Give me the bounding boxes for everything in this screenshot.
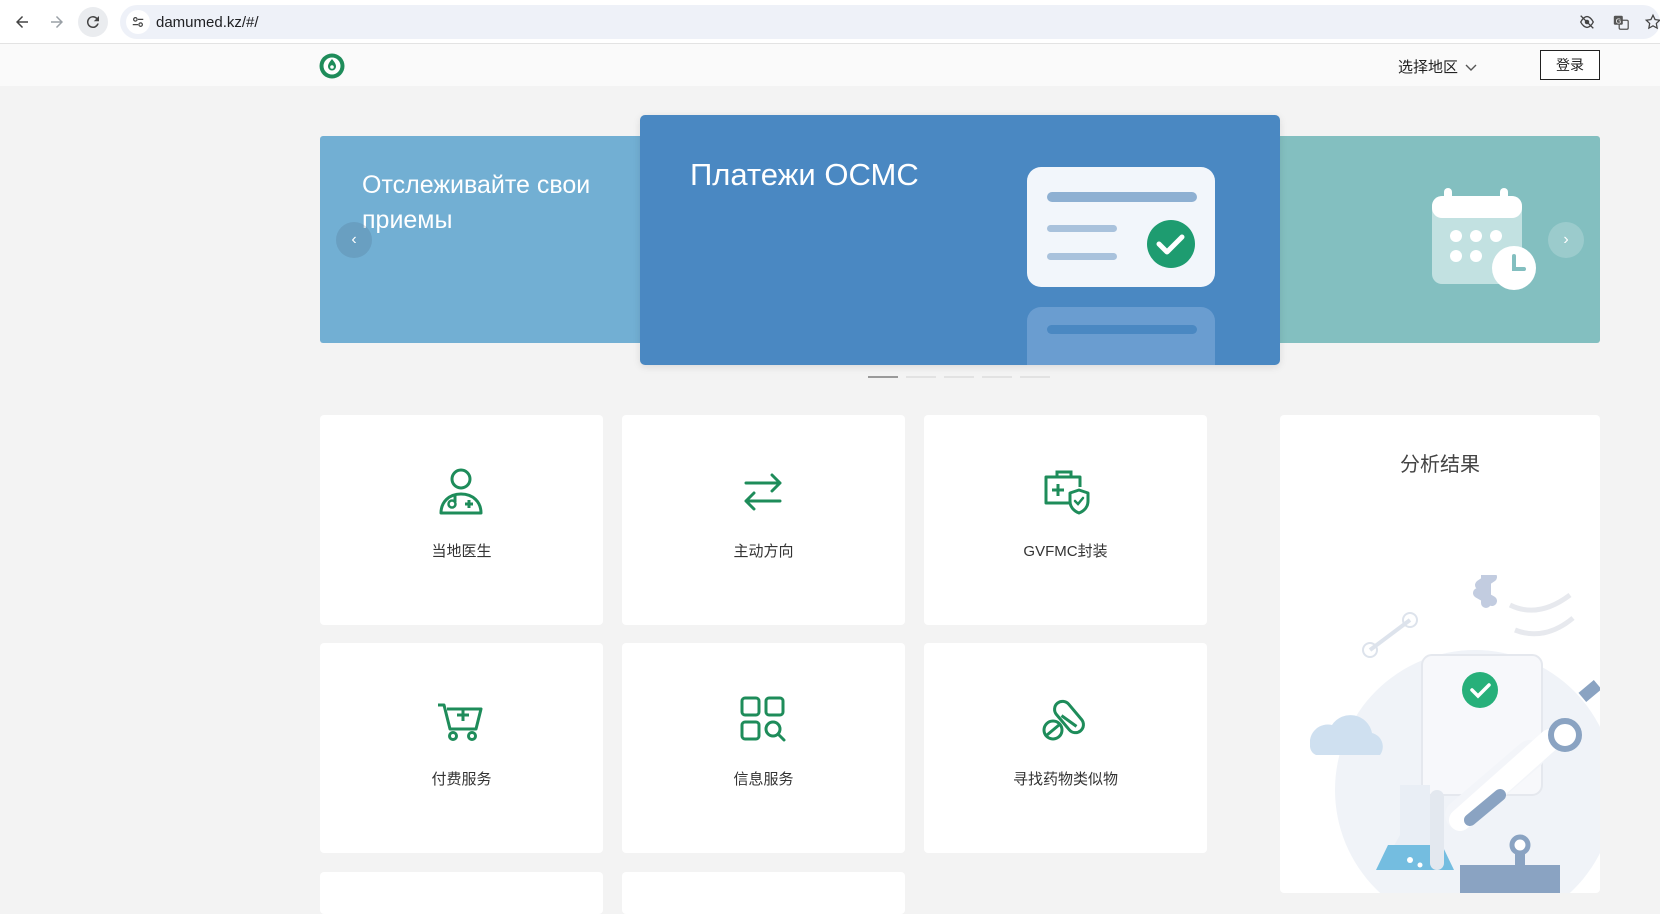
analysis-results-card[interactable]: 分析结果	[1280, 415, 1600, 893]
site-header: 选择地区 登录	[0, 44, 1660, 86]
carousel-pagination	[868, 376, 1050, 378]
service-card-info-services[interactable]: 信息服务	[622, 643, 905, 853]
eye-off-icon[interactable]	[1578, 13, 1596, 31]
tune-icon	[132, 17, 144, 27]
svg-text:G: G	[1616, 16, 1622, 25]
region-select[interactable]: 选择地区	[1398, 56, 1478, 77]
laboratory-illustration	[1310, 575, 1600, 893]
service-card-paid-services[interactable]: 付费服务	[320, 643, 603, 853]
chevron-down-icon	[1465, 64, 1477, 71]
card-label: GVFMC封装	[1023, 543, 1108, 560]
url-text[interactable]: damumed.kz/#/	[156, 14, 259, 31]
back-button[interactable]	[7, 7, 37, 37]
pills-icon	[1042, 699, 1085, 741]
arrows-exchange-icon	[744, 473, 782, 511]
service-card-partial[interactable]	[320, 872, 603, 914]
medical-kit-shield-icon	[1044, 470, 1090, 515]
carousel-next-button[interactable]: ›	[1548, 222, 1584, 258]
arrow-right-icon	[51, 16, 63, 28]
login-button[interactable]: 登录	[1540, 50, 1600, 80]
address-bar[interactable]: damumed.kz/#/ G	[120, 5, 1660, 39]
carousel-prev-button[interactable]: ‹	[336, 222, 372, 258]
translate-icon[interactable]: G	[1612, 13, 1630, 31]
grid-search-icon	[740, 696, 786, 742]
site-info-button[interactable]	[126, 10, 150, 34]
bookmark-star-icon[interactable]	[1644, 13, 1660, 31]
reload-icon	[86, 16, 99, 29]
card-label: 付费服务	[431, 771, 492, 788]
carousel-dot[interactable]	[1020, 376, 1050, 378]
medical-cart-icon	[438, 703, 483, 741]
region-label: 选择地区	[1398, 59, 1459, 76]
slide-title: Платежи ОСМС	[690, 157, 919, 192]
carousel-slide-osms-payments[interactable]: Платежи ОСМС	[640, 115, 1280, 365]
card-label: 当地医生	[431, 543, 492, 560]
results-title: 分析结果	[1400, 454, 1480, 476]
carousel-dot[interactable]	[906, 376, 936, 378]
card-label: 寻找药物类似物	[1012, 771, 1118, 788]
browser-toolbar: damumed.kz/#/ G	[0, 0, 1660, 44]
damumed-logo[interactable]	[319, 53, 345, 79]
service-card-gvfmc[interactable]: GVFMC封装	[924, 415, 1207, 625]
carousel-dot[interactable]	[982, 376, 1012, 378]
card-label: 信息服务	[733, 771, 794, 788]
doctor-icon	[439, 468, 483, 515]
card-label: 主动方向	[733, 543, 794, 560]
calendar-clock-icon	[1432, 188, 1536, 290]
forward-button[interactable]	[42, 7, 72, 37]
carousel-dot[interactable]	[944, 376, 974, 378]
service-card-partial[interactable]	[622, 872, 905, 914]
arrow-left-icon	[16, 16, 28, 28]
payment-document-icon	[1027, 167, 1215, 365]
carousel-dot[interactable]	[868, 376, 898, 378]
service-card-active-referrals[interactable]: 主动方向	[622, 415, 905, 625]
service-card-drug-analogs[interactable]: 寻找药物类似物	[924, 643, 1207, 853]
slide-title: Отслеживайте свои приемы	[362, 171, 591, 234]
reload-button[interactable]	[78, 7, 108, 37]
service-card-local-doctor[interactable]: 当地医生	[320, 415, 603, 625]
